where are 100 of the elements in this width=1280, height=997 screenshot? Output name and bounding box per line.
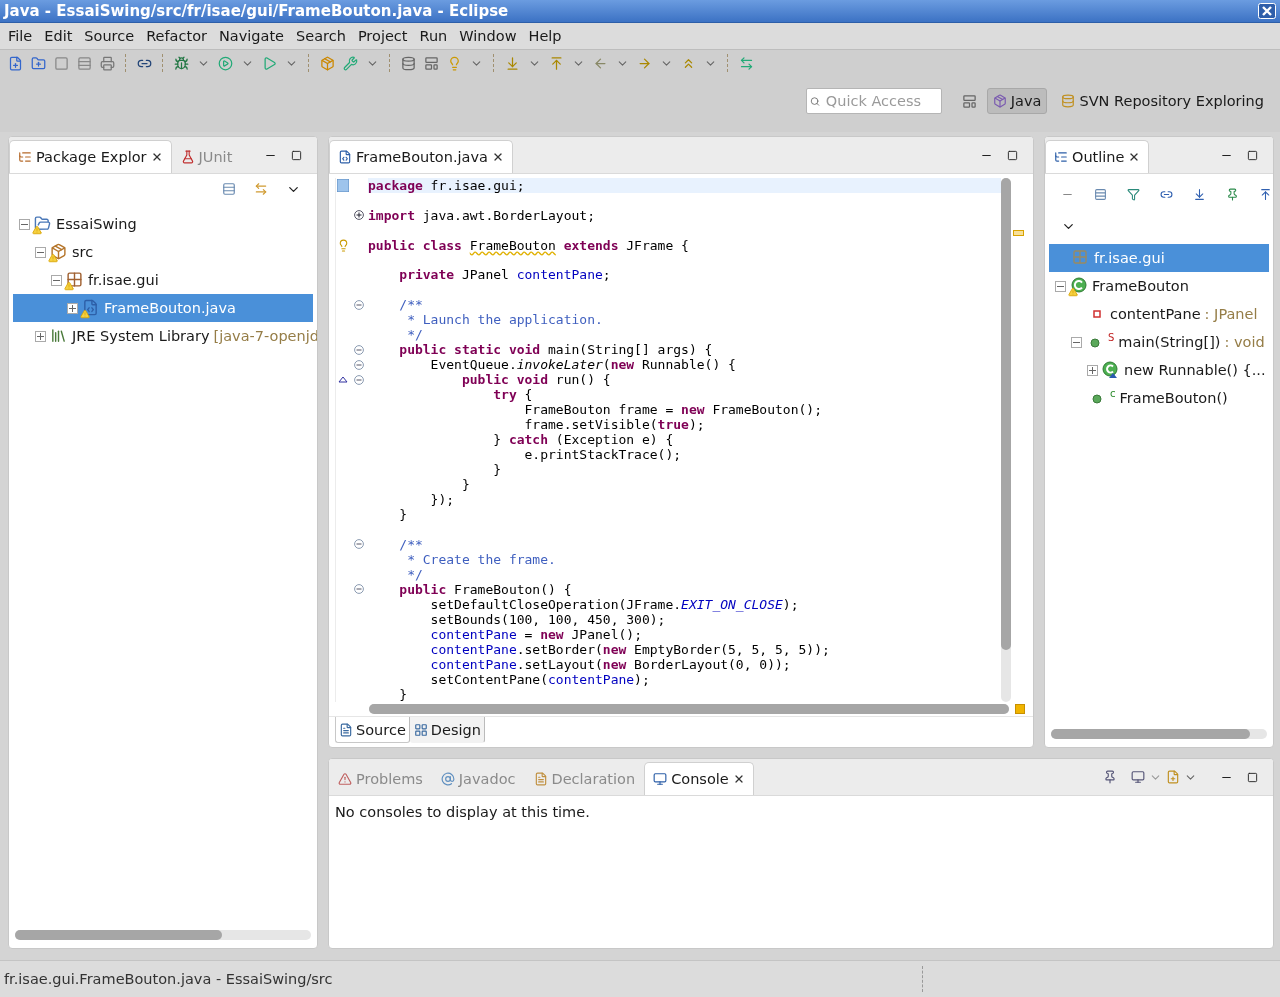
code-line: setBounds(100, 100, 450, 300); bbox=[429, 612, 667, 627]
tree-row[interactable]: FrameBouton bbox=[1049, 272, 1269, 300]
menu-item[interactable]: Source bbox=[78, 26, 141, 46]
tree-item-label: new Runnable() {... bbox=[1124, 362, 1266, 378]
view-tab[interactable]: Console bbox=[644, 762, 754, 795]
editor-tab[interactable]: FrameBouton.java bbox=[329, 140, 513, 173]
tree-row[interactable]: EssaiSwing bbox=[13, 210, 313, 238]
sort-icon[interactable] bbox=[1125, 187, 1142, 201]
editor-mode-tab[interactable]: Design bbox=[409, 717, 485, 743]
tree-item-label: FrameBouton bbox=[1092, 278, 1189, 294]
bookmark-icon bbox=[337, 179, 349, 192]
fold-collapse-icon[interactable] bbox=[354, 539, 364, 550]
tree-row[interactable]: c FrameBouton() bbox=[1049, 384, 1269, 412]
perspective-button[interactable]: Java bbox=[986, 88, 1048, 114]
tree-item-label: src bbox=[72, 244, 94, 260]
collapse-button[interactable] bbox=[51, 274, 62, 286]
code-line: contentPane.setLayout(new BorderLayout(0, 0)); bbox=[429, 657, 792, 672]
fold-collapse-icon[interactable] bbox=[354, 374, 364, 385]
outline-icon bbox=[1054, 150, 1068, 164]
display-console-icon[interactable] bbox=[1129, 770, 1147, 784]
collapse-button[interactable] bbox=[35, 246, 46, 258]
svn-icon bbox=[1061, 94, 1076, 108]
design-icon bbox=[413, 722, 428, 737]
window-icon[interactable] bbox=[422, 55, 441, 71]
collapse-all-icon[interactable] bbox=[1092, 187, 1109, 201]
menu-item[interactable]: Edit bbox=[38, 26, 79, 46]
warning-marker bbox=[1013, 230, 1024, 236]
fold-collapse-icon[interactable] bbox=[354, 344, 364, 355]
code-line: }); bbox=[429, 492, 456, 508]
maximize-icon[interactable] bbox=[1007, 149, 1018, 161]
expand-button[interactable] bbox=[1087, 364, 1098, 376]
rows-icon[interactable] bbox=[75, 55, 94, 71]
type-label: : void bbox=[1224, 334, 1265, 350]
package-icon[interactable] bbox=[318, 55, 337, 71]
menu-item[interactable]: Window bbox=[453, 26, 523, 46]
collapse-all-icon[interactable] bbox=[220, 182, 238, 196]
menu-item[interactable]: Refactor bbox=[140, 26, 213, 46]
editor-mode-tab[interactable]: Source bbox=[335, 717, 410, 743]
menu-item[interactable]: Help bbox=[522, 26, 568, 46]
tree-item-label: contentPane bbox=[1110, 306, 1201, 322]
menu-item[interactable]: Navigate bbox=[213, 26, 291, 46]
code-line: setDefaultCloseOperation(JFrame.EXIT_ON_CLOSE); bbox=[429, 597, 800, 612]
fold-collapse-icon[interactable] bbox=[354, 359, 364, 370]
new-folder-icon[interactable] bbox=[29, 55, 48, 71]
flask-icon bbox=[180, 150, 195, 164]
tree-row[interactable]: S main(String[]) : void bbox=[1049, 328, 1269, 356]
collapse-button[interactable] bbox=[1055, 280, 1066, 292]
maximize-icon[interactable] bbox=[291, 149, 302, 161]
fold-collapse-icon[interactable] bbox=[354, 584, 364, 595]
horizontal-scrollbar[interactable] bbox=[369, 704, 1009, 714]
menu-item[interactable]: File bbox=[2, 26, 39, 46]
frame-icon[interactable] bbox=[52, 55, 71, 71]
close-button[interactable] bbox=[1258, 3, 1276, 19]
view-tab[interactable]: Outline bbox=[1045, 140, 1150, 173]
code-line: } bbox=[398, 687, 409, 702]
code-line: e.printStackTrace(); bbox=[523, 447, 683, 463]
collapse-button[interactable] bbox=[19, 218, 30, 230]
maximize-icon[interactable] bbox=[1247, 771, 1258, 783]
document-icon bbox=[533, 772, 548, 786]
type-label: : JPanel bbox=[1204, 306, 1258, 322]
source-icon bbox=[339, 722, 353, 737]
status-text: fr.isae.gui.FrameBouton.java - EssaiSwing/src bbox=[4, 971, 334, 987]
menu-item[interactable]: Search bbox=[290, 26, 352, 46]
collapse-button[interactable] bbox=[1071, 336, 1082, 348]
anonymous-class-icon bbox=[1102, 361, 1120, 379]
tree-item-label: fr.isae.gui bbox=[1094, 250, 1165, 266]
bug-icon[interactable] bbox=[172, 55, 191, 71]
code-line: public void run() { bbox=[460, 372, 612, 388]
database-icon[interactable] bbox=[399, 55, 418, 71]
tree-row[interactable]: new Runnable() {... bbox=[1049, 356, 1269, 384]
vertical-scrollbar[interactable] bbox=[1001, 178, 1011, 702]
code-line: public static void main(String[] args) { bbox=[398, 342, 714, 358]
maximize-icon[interactable] bbox=[1247, 149, 1258, 161]
printer-icon[interactable] bbox=[98, 55, 117, 71]
library-version-label: [java-7-openjd bbox=[213, 328, 317, 344]
fold-collapse-icon[interactable] bbox=[354, 299, 364, 310]
code-line: contentPane.setBorder(new EmptyBorder(5, 5, 5, 5)); bbox=[429, 642, 831, 657]
horizontal-scrollbar[interactable] bbox=[1051, 729, 1267, 739]
wrench-icon[interactable] bbox=[341, 55, 360, 71]
tree-row[interactable]: src bbox=[13, 238, 313, 266]
horizontal-scrollbar[interactable] bbox=[15, 930, 311, 940]
tree-row[interactable]: fr.isae.gui bbox=[13, 266, 313, 294]
perspective-button[interactable]: SVN Repository Exploring bbox=[1055, 88, 1270, 114]
expand-button[interactable] bbox=[35, 330, 46, 342]
expand-button[interactable] bbox=[67, 302, 78, 314]
run-icon[interactable] bbox=[216, 55, 235, 71]
window-title: Java - EssaiSwing/src/fr/isae/gui/FrameBouton.java - Eclipse bbox=[4, 2, 509, 20]
tree-item-label: FrameBouton() bbox=[1119, 390, 1228, 406]
quick-access-field[interactable]: Quick Access bbox=[805, 88, 942, 114]
warning-icon bbox=[338, 772, 352, 786]
code-line: } bbox=[398, 507, 409, 523]
fold-expand-icon[interactable] bbox=[354, 210, 364, 221]
view-tab[interactable]: Package Explor bbox=[9, 140, 172, 173]
menu-item[interactable]: Run bbox=[413, 26, 454, 46]
code-line: public FrameBouton() { bbox=[398, 582, 573, 597]
class-warning-icon bbox=[1070, 277, 1088, 295]
menu-item[interactable]: Project bbox=[351, 26, 414, 46]
modifier-label: c bbox=[1110, 388, 1116, 399]
tree-row[interactable]: contentPane : JPanel bbox=[1049, 300, 1269, 328]
code-line: } catch (Exception e) { bbox=[492, 432, 675, 448]
